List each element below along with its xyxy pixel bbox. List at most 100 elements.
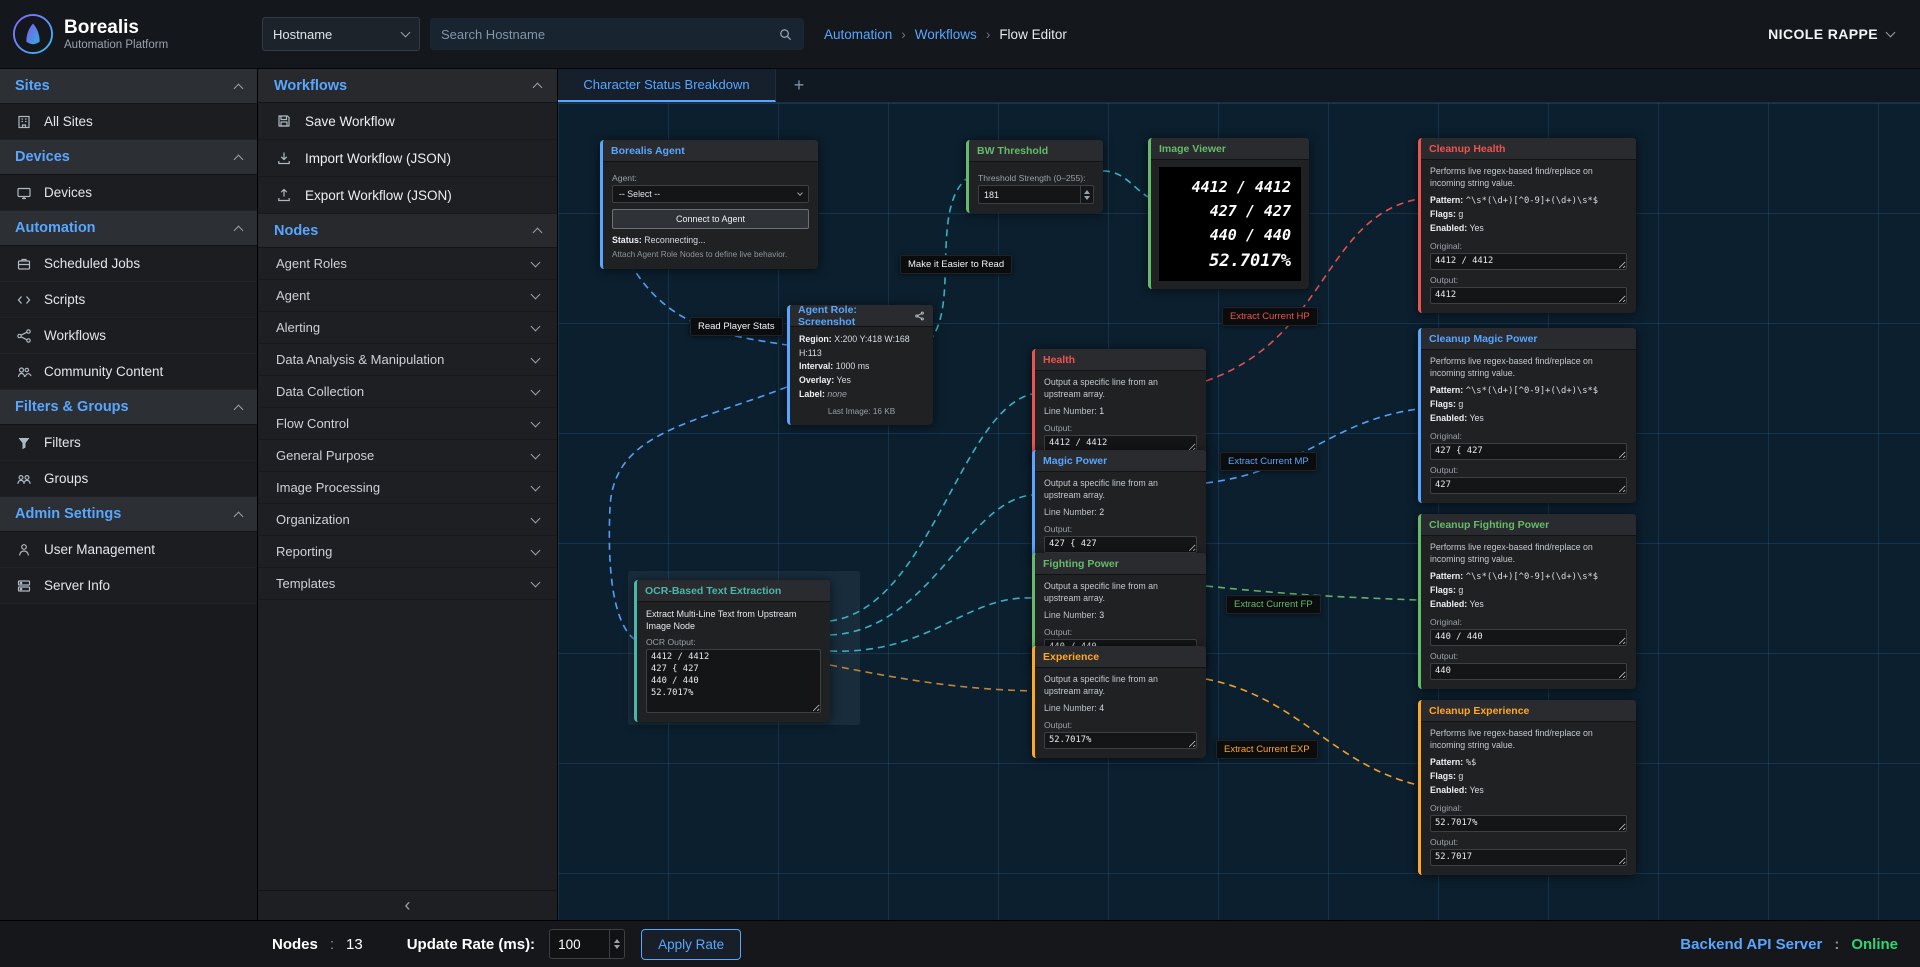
node-agent-role-screenshot[interactable]: Agent Role: Screenshot Region: X:200 Y:4… [787, 305, 933, 425]
node-category-flow-control[interactable]: Flow Control [258, 408, 557, 440]
original-field[interactable]: 52.7017% [1430, 815, 1627, 832]
sidebar-item-community-content[interactable]: Community Content [0, 354, 257, 390]
output-field[interactable]: 52.7017% [1044, 732, 1197, 749]
update-rate-field[interactable] [549, 929, 625, 959]
node-cleanup-experience[interactable]: Cleanup Experience Performs live regex-b… [1418, 700, 1636, 875]
search-input[interactable] [441, 27, 778, 42]
node-category-agent-roles[interactable]: Agent Roles [258, 248, 557, 280]
sidebar-item-user-management[interactable]: User Management [0, 532, 257, 568]
node-cleanup-health[interactable]: Cleanup Health Performs live regex-based… [1418, 138, 1636, 313]
edge-label-extract-current-mp[interactable]: Extract Current MP [1220, 452, 1317, 471]
sidebar-section-devices[interactable]: Devices [0, 140, 257, 175]
tab-character-status-breakdown[interactable]: Character Status Breakdown [558, 69, 776, 102]
flow-label-make-easier[interactable]: Make it Easier to Read [900, 255, 1012, 274]
share-icon[interactable] [914, 310, 925, 322]
spinner-icon[interactable] [609, 930, 624, 958]
spinner-icon[interactable] [1080, 186, 1093, 203]
edge-threshold-to-viewer[interactable] [1103, 171, 1148, 197]
edge-magic-to-cleanup[interactable] [1206, 409, 1418, 483]
sidebar-item-workflows[interactable]: Workflows [0, 318, 257, 354]
sidebar-item-groups[interactable]: Groups [0, 461, 257, 497]
node-category-reporting[interactable]: Reporting [258, 536, 557, 568]
node-bw-threshold[interactable]: BW Threshold Threshold Strength (0–255): [966, 140, 1103, 213]
node-category-agent[interactable]: Agent [258, 280, 557, 312]
output-field[interactable]: 52.7017 [1430, 849, 1627, 866]
edge-ocr-to-magic[interactable] [830, 495, 1032, 635]
sidebar-item-devices[interactable]: Devices [0, 175, 257, 211]
workflows-section-header[interactable]: Workflows [258, 69, 557, 103]
search-box[interactable] [430, 18, 804, 50]
category-label: General Purpose [276, 448, 374, 463]
sidebar-item-server-info[interactable]: Server Info [0, 568, 257, 604]
flow-label-read-player-stats[interactable]: Read Player Stats [690, 317, 783, 336]
edge-ocr-to-fighting[interactable] [830, 598, 1032, 651]
add-tab-button[interactable]: + [776, 69, 822, 102]
output-field[interactable]: 427 [1430, 477, 1627, 494]
node-header[interactable]: Health [1035, 349, 1206, 371]
node-header[interactable]: Agent Role: Screenshot [790, 305, 933, 327]
flow-canvas[interactable]: Borealis Agent Agent: -- Select -- Conne… [558, 103, 1920, 920]
node-header[interactable]: BW Threshold [969, 140, 1103, 162]
node-borealis-agent[interactable]: Borealis Agent Agent: -- Select -- Conne… [600, 140, 818, 269]
breadcrumb-workflows[interactable]: Workflows [915, 27, 977, 42]
node-magic-power[interactable]: Magic Power Output a specific line from … [1032, 450, 1206, 562]
user-menu[interactable]: NICOLE RAPPE [1768, 26, 1894, 42]
node-header[interactable]: Cleanup Health [1421, 138, 1636, 160]
edge-label-extract-current-hp[interactable]: Extract Current HP [1222, 307, 1318, 326]
collapse-panel-button[interactable]: ‹ [258, 890, 557, 920]
node-header[interactable]: Fighting Power [1035, 553, 1206, 575]
threshold-input[interactable] [978, 185, 1094, 204]
node-health[interactable]: Health Output a specific line from an up… [1032, 349, 1206, 461]
node-header[interactable]: Experience [1035, 646, 1206, 668]
export-workflow-button[interactable]: Export Workflow (JSON) [258, 177, 557, 214]
update-rate-input[interactable] [550, 930, 609, 958]
agent-select[interactable]: -- Select -- [612, 185, 809, 203]
threshold-value-input[interactable] [979, 186, 1080, 203]
node-category-image-processing[interactable]: Image Processing [258, 472, 557, 504]
original-field[interactable]: 440 / 440 [1430, 629, 1627, 646]
node-header[interactable]: OCR-Based Text Extraction [637, 580, 830, 602]
sidebar-section-admin-settings[interactable]: Admin Settings [0, 497, 257, 532]
node-header[interactable]: Cleanup Fighting Power [1421, 514, 1636, 536]
sidebar-item-scheduled-jobs[interactable]: Scheduled Jobs [0, 246, 257, 282]
node-category-data-analysis[interactable]: Data Analysis & Manipulation [258, 344, 557, 376]
node-header[interactable]: Image Viewer [1151, 138, 1309, 160]
apply-rate-button[interactable]: Apply Rate [641, 929, 741, 960]
node-experience[interactable]: Experience Output a specific line from a… [1032, 646, 1206, 758]
node-image-viewer[interactable]: Image Viewer 4412 / 4412 427 / 427 440 /… [1148, 138, 1309, 289]
original-field[interactable]: 4412 / 4412 [1430, 253, 1627, 270]
output-field[interactable]: 440 [1430, 663, 1627, 680]
edge-ocr-to-experience[interactable] [830, 665, 1032, 691]
sidebar-section-sites[interactable]: Sites [0, 69, 257, 104]
output-field[interactable]: 427 { 427 [1044, 536, 1197, 553]
edge-experience-to-cleanup[interactable] [1206, 679, 1418, 785]
import-workflow-button[interactable]: Import Workflow (JSON) [258, 140, 557, 177]
sidebar-item-scripts[interactable]: Scripts [0, 282, 257, 318]
original-field[interactable]: 427 { 427 [1430, 443, 1627, 460]
node-cleanup-fighting-power[interactable]: Cleanup Fighting Power Performs live reg… [1418, 514, 1636, 689]
nodes-section-header[interactable]: Nodes [258, 214, 557, 248]
node-header[interactable]: Cleanup Experience [1421, 700, 1636, 722]
breadcrumb-automation[interactable]: Automation [824, 27, 892, 42]
ocr-output-textarea[interactable]: 4412 / 4412 427 { 427 440 / 440 52.7017% [646, 649, 821, 713]
hostname-selector[interactable]: Hostname [262, 17, 420, 51]
node-category-templates[interactable]: Templates [258, 568, 557, 600]
sidebar-section-filters-groups[interactable]: Filters & Groups [0, 390, 257, 425]
sidebar-item-all-sites[interactable]: All Sites [0, 104, 257, 140]
node-category-general-purpose[interactable]: General Purpose [258, 440, 557, 472]
save-workflow-button[interactable]: Save Workflow [258, 103, 557, 140]
node-cleanup-magic-power[interactable]: Cleanup Magic Power Performs live regex-… [1418, 328, 1636, 503]
sidebar-section-automation[interactable]: Automation [0, 211, 257, 246]
node-header[interactable]: Borealis Agent [603, 140, 818, 162]
node-header[interactable]: Cleanup Magic Power [1421, 328, 1636, 350]
sidebar-item-filters[interactable]: Filters [0, 425, 257, 461]
node-category-alerting[interactable]: Alerting [258, 312, 557, 344]
node-category-organization[interactable]: Organization [258, 504, 557, 536]
edge-label-extract-current-fp[interactable]: Extract Current FP [1226, 595, 1321, 614]
connect-to-agent-button[interactable]: Connect to Agent [612, 209, 809, 229]
node-header[interactable]: Magic Power [1035, 450, 1206, 472]
edge-label-extract-current-exp[interactable]: Extract Current EXP [1216, 740, 1318, 759]
node-ocr-text-extraction[interactable]: OCR-Based Text Extraction Extract Multi-… [634, 580, 830, 722]
node-category-data-collection[interactable]: Data Collection [258, 376, 557, 408]
output-field[interactable]: 4412 [1430, 287, 1627, 304]
